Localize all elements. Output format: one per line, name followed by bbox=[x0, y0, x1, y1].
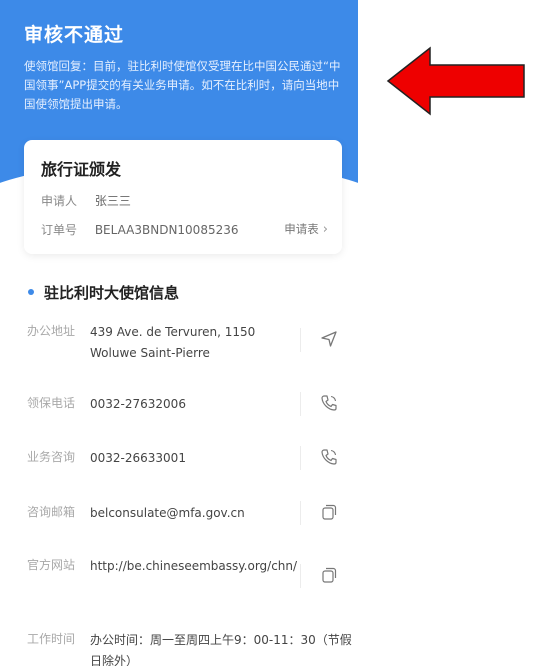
chevron-right-icon: › bbox=[322, 222, 328, 237]
copy-icon[interactable] bbox=[319, 501, 339, 523]
copy-icon[interactable] bbox=[319, 564, 339, 586]
order-label: 订单号 bbox=[41, 223, 78, 237]
status-description: 使领馆回复：目前，驻比利时使馆仅受理在比中国公民通过“中国领事”APP提交的有关… bbox=[24, 59, 341, 111]
order-row: 订单号 BELAA3BNDN10085236 bbox=[41, 221, 239, 238]
divider bbox=[300, 446, 301, 470]
section-title: 驻比利时大使馆信息 bbox=[28, 282, 179, 303]
divider bbox=[300, 392, 301, 416]
hours-label: 工作时间 bbox=[27, 632, 76, 646]
business-phone-value: 0032-26633001 bbox=[90, 451, 186, 465]
application-card: 旅行证颁发 申请人 张三三 订单号 BELAA3BNDN10085236 申请表… bbox=[24, 140, 342, 254]
divider bbox=[300, 564, 301, 588]
phone-icon[interactable] bbox=[319, 392, 339, 414]
order-value: BELAA3BNDN10085236 bbox=[94, 223, 239, 237]
email-label: 咨询邮箱 bbox=[27, 505, 76, 519]
hours-value: 办公时间：周一至周四上午9：00-11：30（节假日除外） bbox=[90, 633, 352, 666]
red-arrow-icon bbox=[386, 46, 526, 116]
consular-phone-label: 领保电话 bbox=[27, 396, 76, 410]
applicant-value: 张三三 bbox=[94, 194, 131, 208]
address-value: 439 Ave. de Tervuren, 1150 Woluwe Saint-… bbox=[90, 325, 256, 360]
consular-phone-value: 0032-27632006 bbox=[90, 397, 186, 411]
section-dot bbox=[28, 288, 34, 295]
section-title-text: 驻比利时大使馆信息 bbox=[44, 284, 180, 302]
applicant-label: 申请人 bbox=[41, 194, 78, 208]
business-phone-label: 业务咨询 bbox=[27, 450, 76, 464]
navigate-icon[interactable] bbox=[319, 328, 339, 350]
application-form-link[interactable]: 申请表 › bbox=[284, 221, 328, 237]
address-label: 办公地址 bbox=[27, 324, 76, 338]
status-title: 审核不通过 bbox=[24, 24, 125, 46]
email-value: belconsulate@mfa.gov.cn bbox=[90, 506, 245, 520]
phone-icon[interactable] bbox=[319, 446, 339, 468]
divider bbox=[300, 328, 301, 352]
website-value: http://be.chineseembassy.org/chn/ bbox=[90, 559, 298, 573]
card-title: 旅行证颁发 bbox=[41, 160, 122, 179]
divider bbox=[300, 501, 301, 525]
applicant-row: 申请人 张三三 bbox=[41, 192, 131, 209]
website-label: 官方网站 bbox=[27, 558, 76, 572]
app-screen: 审核不通过 使领馆回复：目前，驻比利时使馆仅受理在比中国公民通过“中国领事”AP… bbox=[0, 0, 358, 666]
form-link-label: 申请表 bbox=[284, 222, 319, 236]
